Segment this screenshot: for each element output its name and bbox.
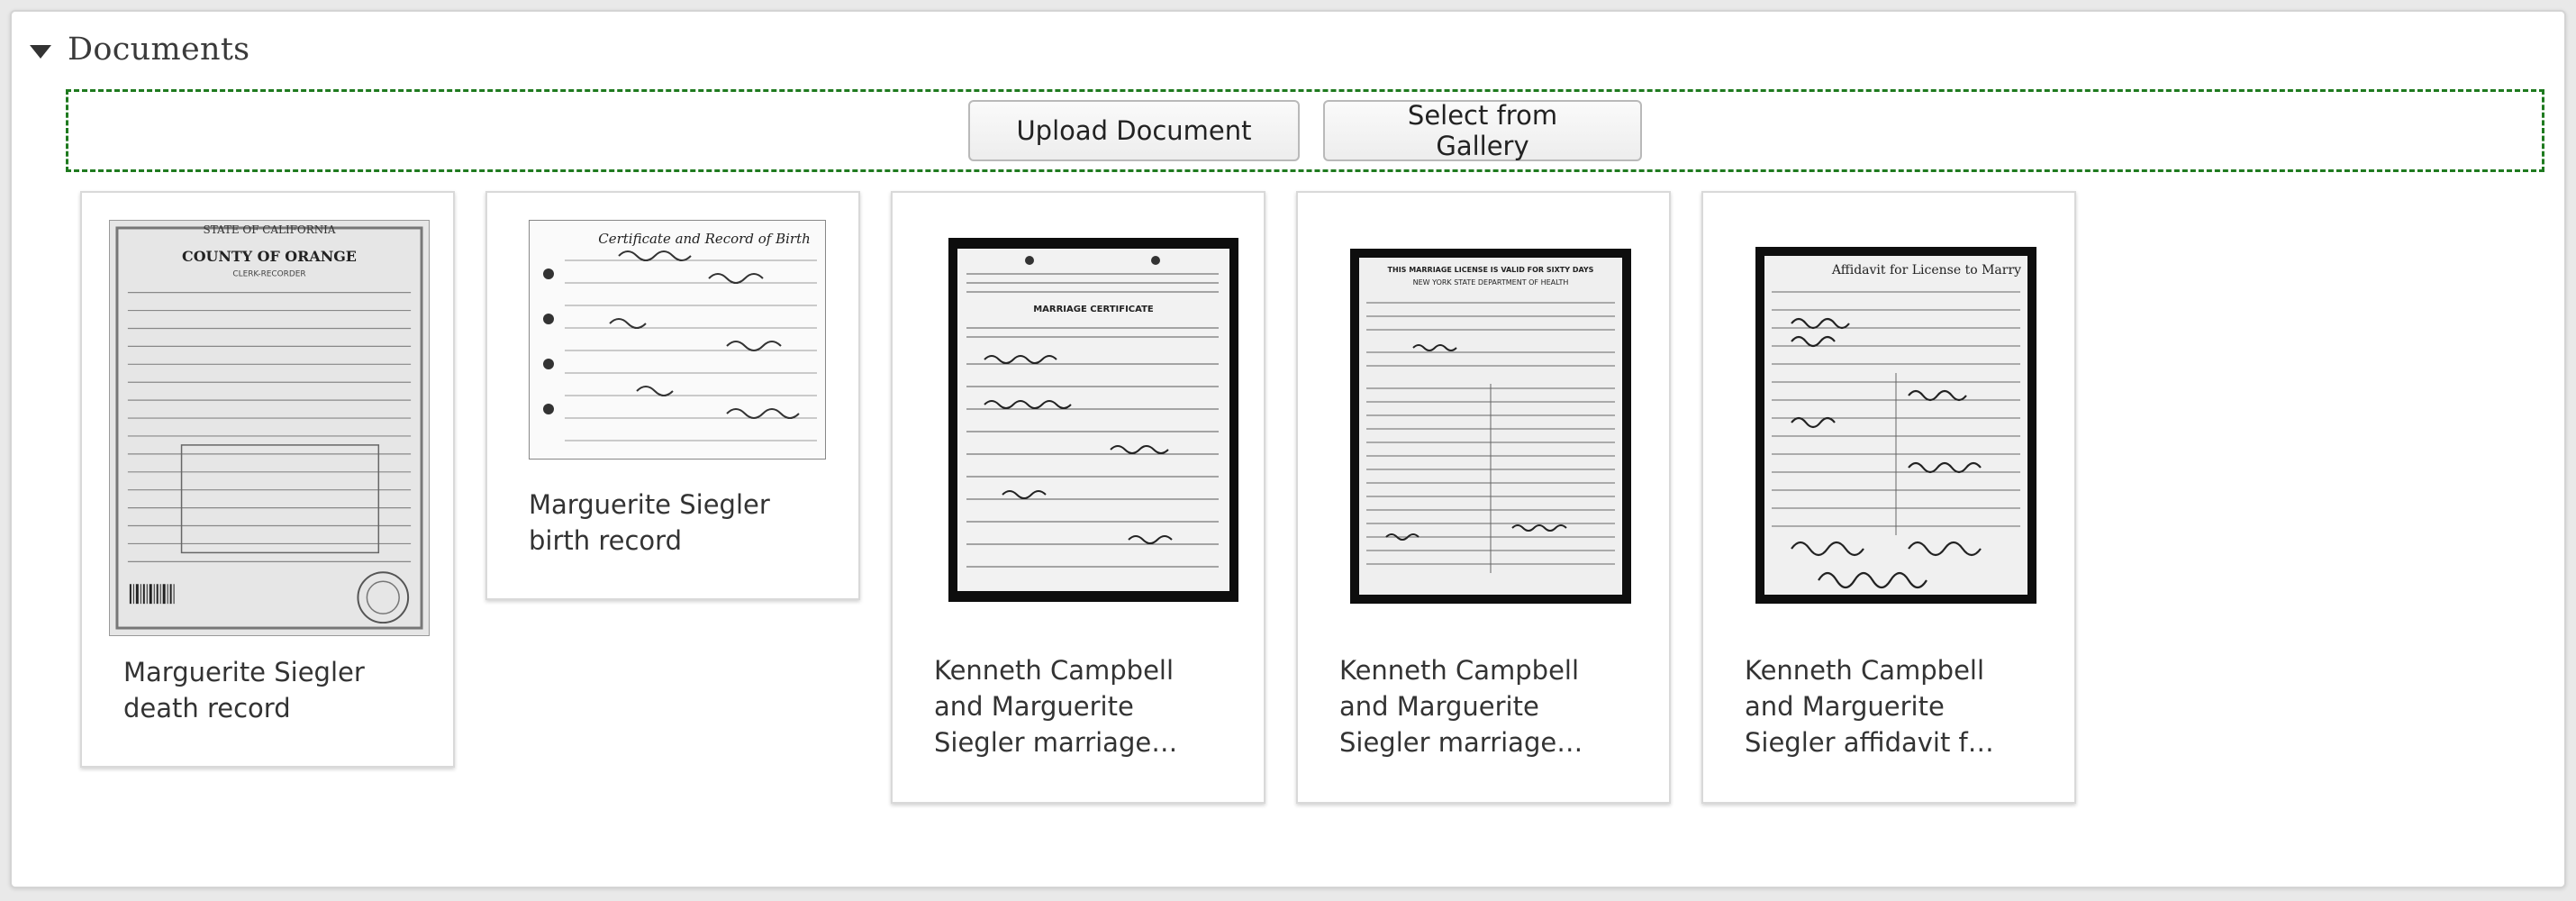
caption-line: death record [123, 693, 291, 724]
document-thumbnail[interactable]: Certificate and Record of Birth [529, 220, 826, 460]
svg-text:Affidavit for License to Marry: Affidavit for License to Marry [1831, 263, 2021, 278]
caption-line: and Marguerite [1339, 691, 1539, 722]
document-caption: Marguerite Siegler birth record [529, 487, 831, 559]
caption-line: and Marguerite [1745, 691, 1945, 722]
caption-line: birth record [529, 525, 682, 556]
document-thumbnail[interactable]: MARRIAGE CERTIFICATE [948, 238, 1238, 602]
document-caption: Marguerite Siegler death record [123, 654, 426, 726]
document-card[interactable]: STATE OF CALIFORNIA COUNTY OF ORANGE CLE… [80, 191, 455, 768]
upload-dropzone[interactable]: Upload Document Select from Gallery [66, 89, 2544, 172]
svg-text:MARRIAGE CERTIFICATE: MARRIAGE CERTIFICATE [1033, 305, 1154, 314]
caption-line: Siegler marriage… [1339, 727, 1583, 758]
svg-text:Certificate and Record of Birt: Certificate and Record of Birth [598, 231, 811, 247]
document-thumbnail[interactable]: THIS MARRIAGE LICENSE IS VALID FOR SIXTY… [1350, 249, 1631, 604]
svg-text:CLERK-RECORDER: CLERK-RECORDER [232, 270, 305, 279]
caption-line: Siegler affidavit f… [1745, 727, 1994, 758]
caption-line: Siegler marriage… [934, 727, 1178, 758]
caption-line: Kenneth Campbell [1745, 655, 1985, 686]
document-card[interactable]: THIS MARRIAGE LICENSE IS VALID FOR SIXTY… [1296, 191, 1671, 804]
upload-document-button[interactable]: Upload Document [968, 100, 1300, 161]
caption-line: Marguerite Siegler [529, 489, 770, 520]
caption-line: Marguerite Siegler [123, 657, 365, 687]
document-card[interactable]: Certificate and Record of Birth Margueri… [485, 191, 860, 600]
caption-line: and Marguerite [934, 691, 1134, 722]
document-caption: Kenneth Campbell and Marguerite Siegler … [1745, 652, 2047, 760]
svg-text:THIS MARRIAGE LICENSE IS VALID: THIS MARRIAGE LICENSE IS VALID FOR SIXTY… [1388, 266, 1594, 274]
document-caption: Kenneth Campbell and Marguerite Siegler … [934, 652, 1237, 760]
caret-down-icon[interactable] [30, 44, 51, 59]
section-title: Documents [68, 32, 250, 68]
svg-text:COUNTY OF ORANGE: COUNTY OF ORANGE [182, 248, 357, 265]
svg-text:STATE OF CALIFORNIA: STATE OF CALIFORNIA [204, 223, 336, 236]
documents-section-toggle[interactable]: Documents [30, 26, 249, 73]
document-thumbnail[interactable]: Affidavit for License to Marry [1755, 247, 2036, 604]
document-card[interactable]: MARRIAGE CERTIFICATE Kenneth Campbell an… [891, 191, 1265, 804]
svg-text:NEW YORK STATE DEPARTMENT OF H: NEW YORK STATE DEPARTMENT OF HEALTH [1413, 278, 1569, 287]
document-thumbnail[interactable]: STATE OF CALIFORNIA COUNTY OF ORANGE CLE… [109, 220, 430, 636]
documents-panel: Documents Upload Document Select from Ga… [10, 10, 2566, 888]
select-from-gallery-button[interactable]: Select from Gallery [1323, 100, 1642, 161]
document-caption: Kenneth Campbell and Marguerite Siegler … [1339, 652, 1642, 760]
caption-line: Kenneth Campbell [1339, 655, 1580, 686]
document-card[interactable]: Affidavit for License to Marry Kenneth C… [1701, 191, 2076, 804]
caption-line: Kenneth Campbell [934, 655, 1175, 686]
